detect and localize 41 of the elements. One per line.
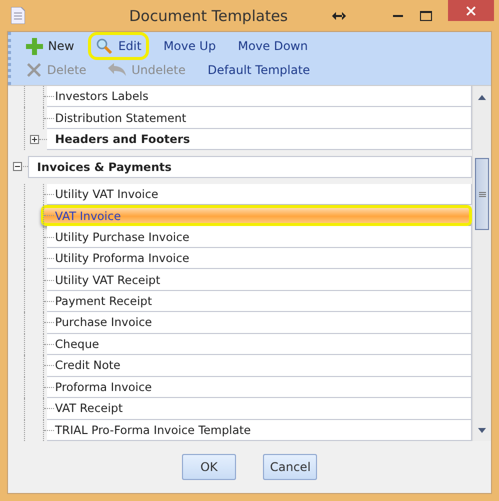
plus-icon — [26, 38, 43, 54]
resize-icon — [332, 12, 346, 20]
tree-item[interactable]: Cheque — [47, 334, 472, 356]
tree-item[interactable]: TRIAL Pro-Forma Invoice Template — [47, 420, 472, 441]
window-title: Document Templates — [128, 6, 289, 24]
tree-group[interactable]: Headers and Footers — [47, 128, 472, 150]
scrollbar-thumb[interactable] — [475, 158, 489, 230]
tree-item[interactable]: VAT Receipt — [47, 398, 472, 420]
expand-toggle[interactable] — [30, 135, 39, 144]
scrollbar[interactable] — [472, 86, 491, 441]
scroll-up-arrow-icon[interactable] — [478, 95, 486, 100]
tree-item[interactable]: Utility Purchase Invoice — [47, 226, 472, 248]
undo-arrow-icon — [108, 63, 126, 77]
dialog-button[interactable]: Cancel — [263, 454, 317, 480]
toolbar-button[interactable]: New — [21, 35, 80, 57]
tree-item[interactable]: VAT Invoice — [41, 204, 472, 226]
magnifier-icon — [96, 38, 114, 54]
tree-item[interactable]: Distribution Statement — [47, 107, 472, 129]
tree-item[interactable]: Payment Receipt — [47, 290, 472, 312]
tree-item[interactable]: Utility VAT Invoice — [47, 184, 472, 205]
tree-item[interactable]: Utility VAT Receipt — [47, 269, 472, 291]
dialog-button[interactable]: OK — [182, 454, 236, 480]
tree-group[interactable]: Invoices & Payments — [28, 156, 472, 178]
close-button[interactable] — [448, 0, 494, 21]
tree-item[interactable]: Credit Note — [47, 355, 472, 377]
collapse-toggle[interactable] — [13, 162, 22, 172]
close-icon — [466, 6, 476, 16]
toolbar-button[interactable]: Default Template — [202, 59, 316, 81]
cross-icon — [26, 62, 42, 78]
toolbar-button[interactable]: Move Up — [158, 35, 221, 57]
tree-item[interactable]: Proforma Invoice — [47, 376, 472, 398]
toolbar-button[interactable]: Move Down — [232, 35, 313, 57]
grip-icon — [478, 192, 486, 196]
tree-item[interactable]: Purchase Invoice — [47, 312, 472, 334]
tree-item[interactable]: Utility Proforma Invoice — [47, 248, 472, 270]
minimize-button[interactable] — [393, 14, 403, 16]
tree-item[interactable]: Investors Labels — [47, 86, 472, 108]
document-icon — [11, 7, 25, 24]
toolbar-button[interactable]: Edit — [91, 35, 146, 57]
scroll-down-arrow-icon[interactable] — [478, 428, 486, 433]
maximize-button[interactable] — [420, 10, 432, 20]
